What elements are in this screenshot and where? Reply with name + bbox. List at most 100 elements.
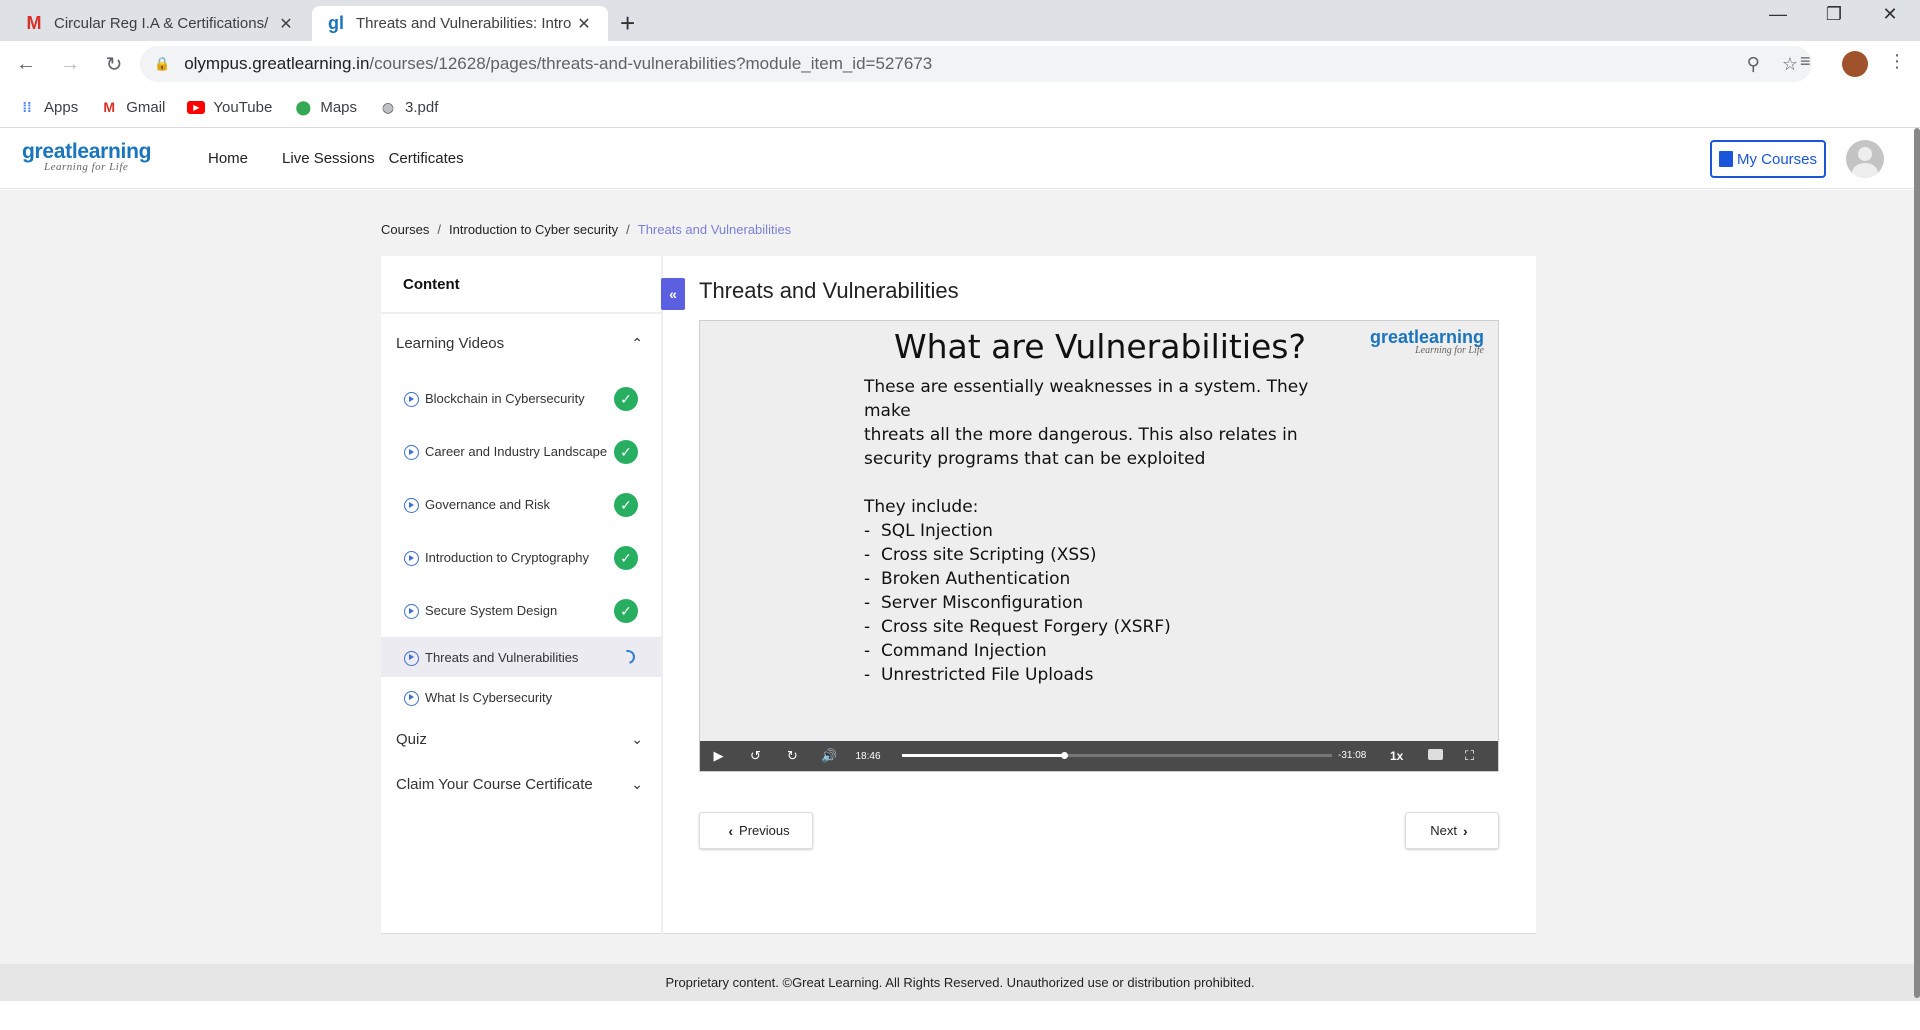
bookmark-gmail[interactable]: M Gmail [100, 98, 165, 116]
bookmark-youtube[interactable]: ▶ YouTube [187, 98, 272, 116]
next-button[interactable]: Next › [1405, 812, 1499, 849]
breadcrumb-course[interactable]: Introduction to Cyber security [449, 222, 618, 237]
new-tab-icon[interactable]: + [620, 8, 635, 39]
browser-toolbar: ← → ↻ 🔒 olympus.greatlearning.in/courses… [0, 41, 1920, 87]
close-tab-icon[interactable]: ✕ [276, 14, 296, 34]
gmail-icon: M [26, 13, 42, 33]
minimize-icon[interactable]: — [1748, 4, 1808, 25]
volume-icon[interactable]: 🔊 [811, 748, 848, 764]
forward-skip-icon[interactable]: ↻ [774, 748, 811, 764]
player-controls: ▶ ↺ ↻ 🔊 18:46 -31:08 1x ⛶ [700, 741, 1498, 771]
collapse-sidebar-button[interactable]: « [661, 278, 685, 310]
tab-title: Circular Reg I.A & Certifications/ [54, 15, 269, 32]
captions-icon[interactable] [1428, 749, 1443, 760]
seek-progress [902, 754, 1064, 757]
chevron-right-icon: › [1463, 822, 1468, 839]
url-text: olympus.greatlearning.in/courses/12628/p… [184, 54, 1724, 74]
bookmark-maps[interactable]: ⬤ Maps [294, 98, 357, 116]
chevron-up-icon: ⌃ [631, 334, 643, 351]
browser-tab-gmail[interactable]: M Circular Reg I.A & Certifications/ ✕ [10, 6, 310, 41]
breadcrumb-current: Threats and Vulnerabilities [637, 222, 792, 237]
bookmark-apps[interactable]: ⁞⁞ Apps [18, 98, 78, 116]
item-label: What Is Cybersecurity [425, 689, 553, 705]
check-icon: ✓ [614, 493, 638, 517]
reload-icon[interactable]: ↻ [96, 52, 132, 77]
slide-bullet: SQL Injection [864, 519, 1344, 543]
browser-tabbar: M Circular Reg I.A & Certifications/ ✕ g… [0, 0, 1920, 41]
page-title: Threats and Vulnerabilities [699, 278, 959, 303]
nav-certificates[interactable]: Certificates [389, 150, 464, 167]
play-circle-icon [404, 551, 419, 566]
sidebar-item-blockchain[interactable]: Blockchain in Cybersecurity ✓ [381, 372, 661, 425]
item-label: Governance and Risk [425, 497, 551, 512]
play-circle-icon [404, 690, 419, 706]
close-window-icon[interactable]: ✕ [1860, 4, 1920, 25]
browser-menu-icon[interactable]: ⋮ [1888, 51, 1906, 72]
close-tab-icon[interactable]: ✕ [574, 14, 594, 34]
my-courses-button[interactable]: My Courses [1710, 140, 1826, 178]
content-sidebar: Content Learning Videos ⌃ Blockchain in … [381, 256, 663, 934]
address-bar[interactable]: 🔒 olympus.greatlearning.in/courses/12628… [140, 46, 1812, 82]
item-label: Career and Industry Landscape [425, 444, 608, 459]
slide-bullet: Unrestricted File Uploads [864, 663, 1344, 687]
next-label: Next [1430, 823, 1458, 838]
play-circle-icon [404, 392, 419, 407]
play-icon[interactable]: ▶ [700, 748, 737, 764]
nav-live-sessions[interactable]: Live Sessions [282, 150, 375, 167]
play-circle-icon [404, 498, 419, 513]
greatlearning-logo[interactable]: greatlearning Learning for Life [22, 140, 151, 173]
check-icon: ✓ [614, 387, 638, 411]
previous-label: Previous [739, 823, 790, 838]
url-host: olympus.greatlearning.in [184, 54, 370, 73]
sidebar-item-what-is[interactable]: What Is Cybersecurity [381, 677, 661, 717]
slide-text-line: security programs that can be exploited [864, 449, 1206, 469]
bookmark-label: Maps [320, 98, 358, 116]
slide-bullet: Server Misconfiguration [864, 591, 1344, 615]
section-learning-videos[interactable]: Learning Videos ⌃ [381, 314, 661, 372]
profile-avatar[interactable] [1842, 51, 1868, 77]
maps-pin-icon: ⬤ [295, 98, 312, 115]
media-control-icon[interactable]: ≡ [1800, 51, 1811, 72]
zoom-icon[interactable]: ⚲ [1747, 54, 1760, 75]
video-player[interactable]: What are Vulnerabilities? greatlearning … [699, 320, 1499, 772]
nav-home[interactable]: Home [208, 150, 248, 167]
user-avatar[interactable] [1846, 140, 1884, 178]
section-quiz[interactable]: Quiz ⌄ [381, 717, 661, 762]
play-circle-icon [404, 445, 419, 460]
sidebar-item-governance[interactable]: Governance and Risk ✓ [381, 478, 661, 531]
sidebar-item-cryptography[interactable]: Introduction to Cryptography ✓ [381, 531, 661, 584]
breadcrumb: Courses / Introduction to Cyber security / T… [381, 222, 792, 237]
back-icon[interactable]: ← [8, 53, 44, 76]
scrollbar[interactable] [1914, 128, 1920, 998]
breadcrumb-courses[interactable]: Courses [381, 222, 429, 237]
seek-handle[interactable] [1060, 752, 1068, 759]
tab-title: Threats and Vulnerabilities: Intro [356, 15, 572, 32]
sidebar-item-secure-design[interactable]: Secure System Design ✓ [381, 584, 661, 637]
browser-tab-active[interactable]: gl Threats and Vulnerabilities: Intro ✕ [312, 6, 608, 41]
page-bottom [0, 1001, 1920, 1030]
chevron-down-icon: ⌄ [631, 776, 643, 792]
sidebar-item-career[interactable]: Career and Industry Landscape ✓ [381, 425, 661, 478]
sidebar-item-threats[interactable]: Threats and Vulnerabilities [381, 637, 661, 677]
previous-button[interactable]: ‹ Previous [699, 812, 813, 849]
section-label: Claim Your Course Certificate [396, 776, 593, 793]
globe-icon: ◍ [381, 98, 395, 115]
fullscreen-icon[interactable]: ⛶ [1465, 748, 1474, 764]
footer: Proprietary content. ©Great Learning. Al… [0, 964, 1920, 1001]
item-label: Threats and Vulnerabilities [425, 649, 579, 665]
slide-bullet: Broken Authentication [864, 567, 1344, 591]
slide-bullet: Cross site Scripting (XSS) [864, 543, 1344, 567]
forward-icon[interactable]: → [52, 53, 88, 76]
section-label: Quiz [396, 731, 427, 748]
play-circle-icon [404, 604, 419, 619]
playback-speed-button[interactable]: 1x [1390, 749, 1403, 763]
section-certificate[interactable]: Claim Your Course Certificate ⌄ [381, 762, 661, 807]
seek-bar[interactable] [902, 752, 1332, 759]
bookmark-pdf[interactable]: ◍ 3.pdf [379, 98, 438, 116]
url-path: /courses/12628/pages/threats-and-vulnera… [369, 54, 933, 73]
slide-logo: greatlearning Learning for Life [1370, 327, 1484, 356]
slide-bullet: Command Injection [864, 639, 1344, 663]
maximize-icon[interactable]: ❐ [1804, 4, 1864, 25]
bookmark-star-icon[interactable]: ☆ [1782, 54, 1798, 75]
rewind-icon[interactable]: ↺ [737, 748, 774, 764]
